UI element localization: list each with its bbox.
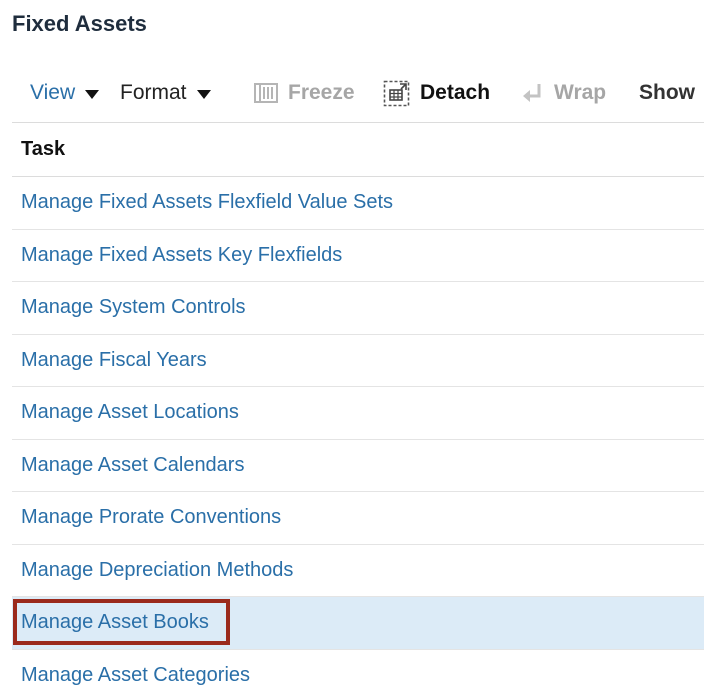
freeze-columns-icon: [254, 82, 278, 104]
task-link[interactable]: Manage System Controls: [12, 296, 246, 319]
page: Fixed Assets View Format Freeze Detach W…: [0, 0, 704, 695]
wrap-label: Wrap: [554, 81, 607, 104]
view-menu-button[interactable]: View: [30, 72, 100, 114]
table-row[interactable]: Manage System Controls: [12, 282, 704, 335]
show-menu-button[interactable]: Show: [639, 72, 695, 114]
table-toolbar: View Format Freeze Detach Wrap Show: [0, 72, 704, 114]
table-row[interactable]: Manage Asset Locations: [12, 387, 704, 440]
table-row[interactable]: Manage Depreciation Methods: [12, 545, 704, 597]
table-row[interactable]: Manage Asset Calendars: [12, 440, 704, 492]
caret-down-icon: [85, 90, 100, 99]
wrap-icon: [520, 81, 544, 105]
task-link[interactable]: Manage Depreciation Methods: [12, 559, 293, 582]
column-header-task[interactable]: Task: [12, 138, 65, 161]
task-link[interactable]: Manage Asset Books: [12, 611, 209, 634]
table-row[interactable]: Manage Fixed Assets Key Flexfields: [12, 230, 704, 282]
task-link[interactable]: Manage Asset Categories: [12, 664, 250, 687]
show-label: Show: [639, 81, 695, 104]
task-link[interactable]: Manage Prorate Conventions: [12, 506, 281, 529]
table-body: Manage Fixed Assets Flexfield Value Sets…: [12, 177, 704, 695]
table-row[interactable]: Manage Fixed Assets Flexfield Value Sets: [12, 177, 704, 230]
page-title: Fixed Assets: [12, 11, 147, 36]
format-menu-button[interactable]: Format: [120, 72, 211, 114]
wrap-button[interactable]: Wrap: [520, 72, 606, 114]
freeze-button[interactable]: Freeze: [254, 72, 355, 114]
task-link[interactable]: Manage Asset Calendars: [12, 454, 244, 477]
format-menu-label: Format: [120, 81, 187, 104]
task-table: Task Manage Fixed Assets Flexfield Value…: [12, 122, 704, 695]
table-row[interactable]: Manage Prorate Conventions: [12, 492, 704, 545]
freeze-label: Freeze: [288, 81, 355, 104]
table-row[interactable]: Manage Asset Books: [12, 597, 704, 650]
task-link[interactable]: Manage Fixed Assets Key Flexfields: [12, 244, 342, 267]
view-menu-label: View: [30, 81, 76, 104]
task-link[interactable]: Manage Asset Locations: [12, 401, 239, 424]
caret-down-icon: [196, 90, 211, 99]
task-link[interactable]: Manage Fiscal Years: [12, 349, 207, 372]
table-header-row: Task: [12, 122, 704, 177]
detach-label: Detach: [420, 81, 491, 104]
task-link[interactable]: Manage Fixed Assets Flexfield Value Sets: [12, 191, 393, 214]
table-row[interactable]: Manage Asset Categories: [12, 650, 704, 695]
detach-button[interactable]: Detach: [383, 72, 490, 114]
table-row[interactable]: Manage Fiscal Years: [12, 335, 704, 387]
detach-icon: [383, 80, 410, 107]
